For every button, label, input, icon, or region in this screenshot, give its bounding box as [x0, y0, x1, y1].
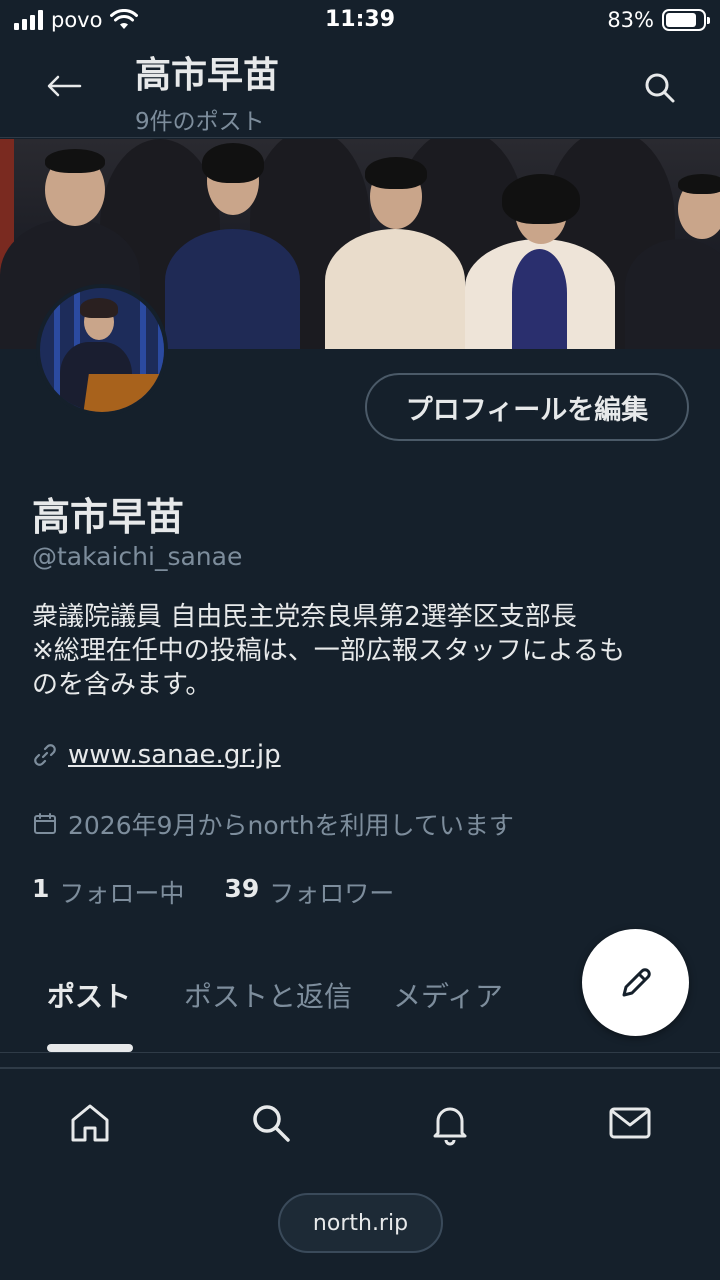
banner-person: [325, 229, 465, 349]
followers-label: フォロワー: [269, 879, 395, 908]
profile-header: 高市早苗 9件のポスト: [0, 40, 720, 138]
link-icon: [34, 744, 56, 766]
edit-profile-button[interactable]: プロフィールを編集: [365, 373, 689, 441]
bell-icon: [433, 1107, 467, 1146]
calendar-icon: [34, 813, 56, 834]
mail-icon: [609, 1107, 651, 1139]
follow-stats: 1 フォロー中 39 フォロワー: [32, 874, 394, 910]
banner-hair: [365, 157, 427, 189]
status-bar: povo 11:39 83%: [0, 0, 720, 40]
banner-hair: [202, 143, 264, 183]
bottom-navigation: north.rip: [0, 1067, 720, 1280]
search-icon: [253, 1105, 290, 1142]
profile-bio: 衆議院議員 自由民主党奈良県第2選挙区支部長 ※総理在任中の投稿は、一部広報スタ…: [32, 600, 692, 702]
nav-messages[interactable]: [606, 1099, 654, 1147]
bio-line: 衆議院議員 自由民主党奈良県第2選挙区支部長: [32, 602, 577, 632]
avatar-podium: [83, 374, 164, 412]
website-row: www.sanae.gr.jp: [32, 740, 281, 770]
banner-hair: [502, 174, 580, 224]
profile-handle: @takaichi_sanae: [32, 542, 243, 571]
banner-hair: [45, 149, 105, 173]
profile-avatar[interactable]: [36, 284, 168, 416]
bio-line: のを含みます。: [32, 670, 212, 700]
battery-fill: [666, 13, 696, 27]
active-tab-indicator: [47, 1044, 133, 1052]
profile-name: 高市早苗: [32, 495, 185, 539]
following-count: 1: [32, 874, 50, 903]
tab-posts[interactable]: ポスト: [47, 975, 131, 1015]
bio-line: ※総理在任中の投稿は、一部広報スタッフによるも: [32, 636, 626, 666]
back-button[interactable]: [40, 62, 88, 110]
followers-count: 39: [224, 874, 260, 903]
website-link[interactable]: www.sanae.gr.jp: [68, 740, 281, 770]
header-search-button[interactable]: [640, 68, 680, 108]
nav-home[interactable]: [66, 1099, 114, 1147]
banner-person: [165, 229, 300, 349]
followers-link[interactable]: 39 フォロワー: [224, 874, 394, 910]
banner-person: [625, 239, 720, 349]
avatar-hair: [80, 298, 118, 318]
battery-percent: 83%: [607, 8, 654, 32]
nav-search[interactable]: [247, 1099, 295, 1147]
pencil-icon: [622, 967, 651, 996]
header-title: 高市早苗: [135, 55, 280, 96]
following-label: フォロー中: [59, 879, 185, 908]
joined-date: 2026年9月からnorthを利用しています: [68, 811, 514, 840]
home-icon: [71, 1104, 109, 1142]
compose-button[interactable]: [582, 929, 689, 1036]
nav-notifications[interactable]: [426, 1099, 474, 1147]
tab-posts-and-replies[interactable]: ポストと返信: [184, 975, 352, 1015]
banner-hair: [678, 174, 720, 194]
banner-person: [512, 249, 567, 349]
tab-media[interactable]: メディア: [393, 975, 503, 1015]
battery-icon: [662, 9, 710, 31]
arrow-left-icon: [47, 75, 82, 97]
url-bar[interactable]: north.rip: [278, 1193, 443, 1253]
following-link[interactable]: 1 フォロー中: [32, 874, 184, 910]
joined-row: 2026年9月からnorthを利用しています: [32, 806, 514, 842]
status-right: 83%: [607, 8, 710, 32]
search-icon: [645, 73, 675, 103]
post-count: 9件のポスト: [135, 109, 265, 135]
